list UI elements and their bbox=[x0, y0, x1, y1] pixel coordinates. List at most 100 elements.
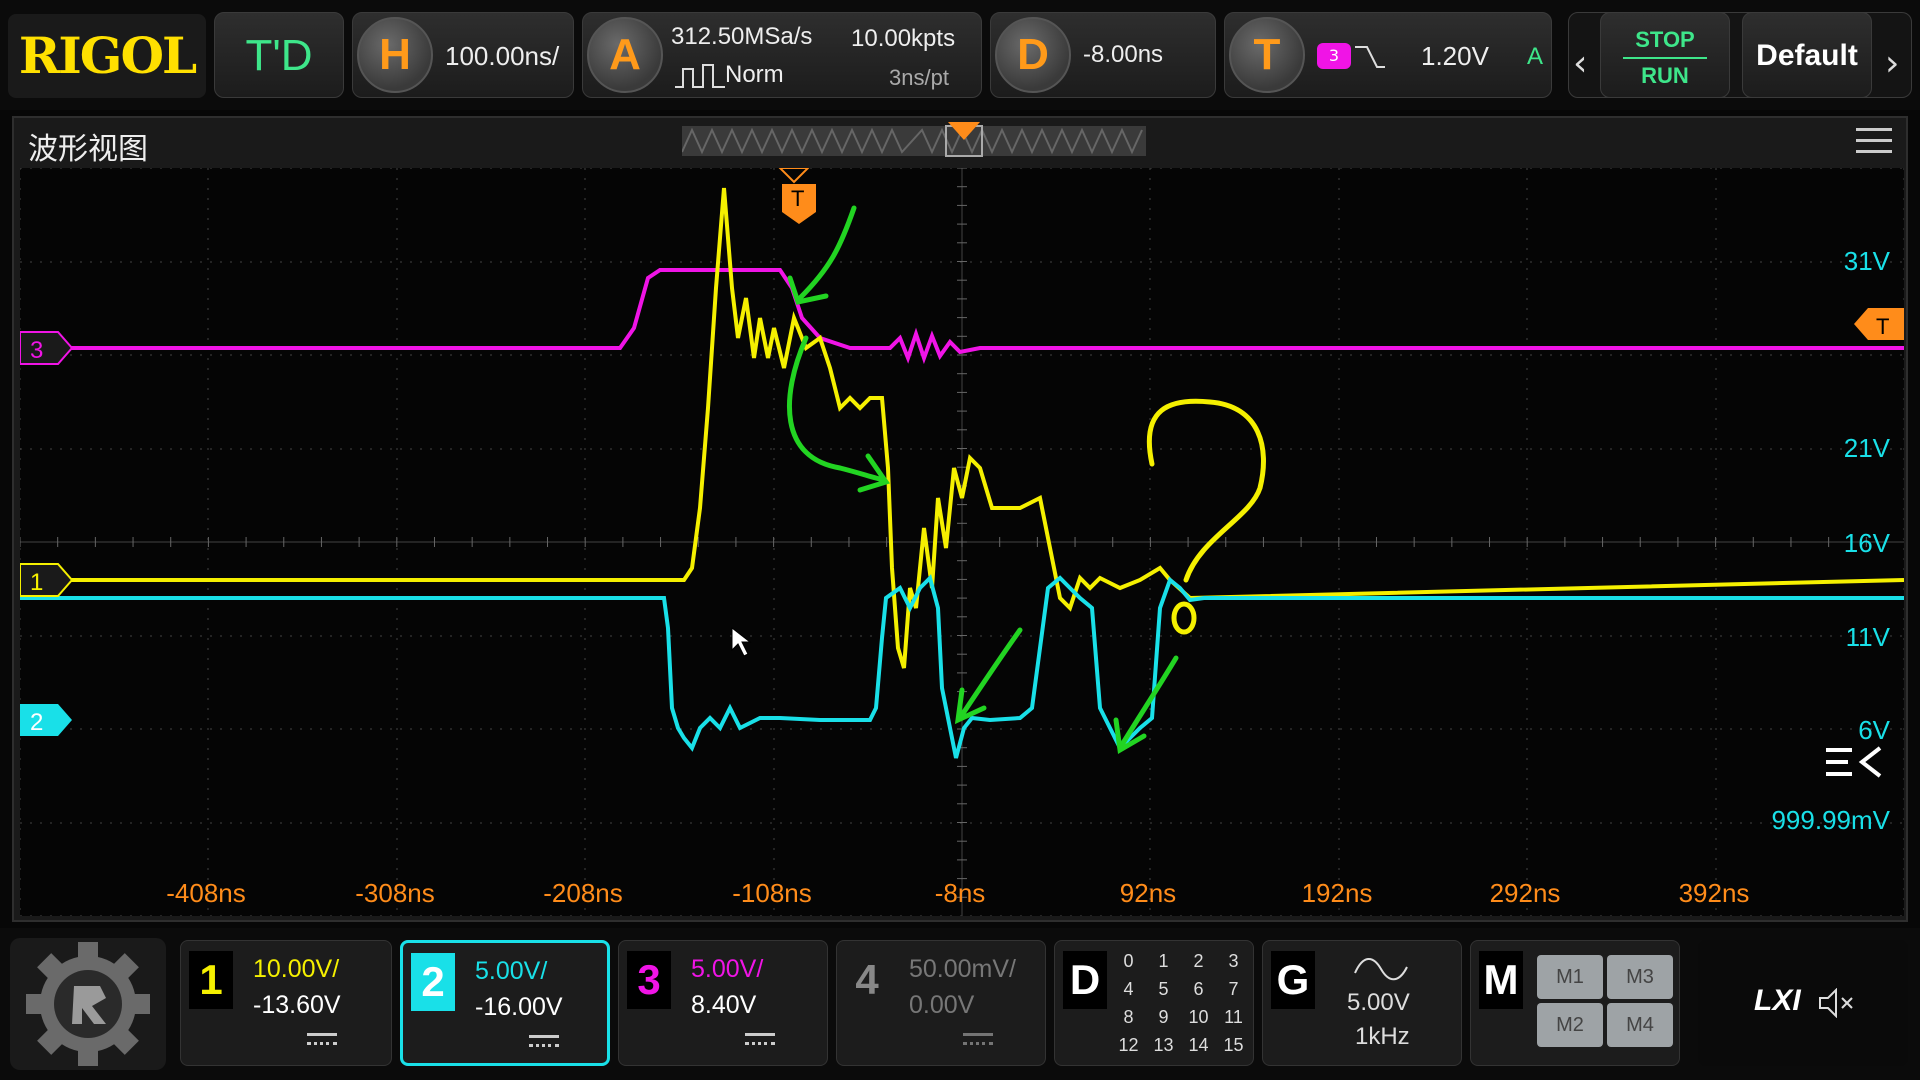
stop-run-button[interactable]: STOP RUN bbox=[1600, 12, 1730, 98]
math-label: M bbox=[1479, 951, 1523, 1009]
channel-2-offset: -16.00V bbox=[475, 993, 563, 1021]
digital-bit-label: 2 bbox=[1193, 951, 1204, 971]
oscilloscope-screen: RIGOL T'D H 100.00ns/ A 312.50MSa/s 10.0… bbox=[0, 0, 1920, 1080]
math-m4-button[interactable]: M4 bbox=[1607, 1003, 1673, 1047]
trigger-time-marker[interactable]: T bbox=[778, 168, 816, 224]
generator-amplitude: 5.00V bbox=[1347, 989, 1410, 1016]
time-axis-label: 392ns bbox=[1679, 878, 1750, 908]
ch1-marker[interactable]: 1 bbox=[20, 563, 74, 597]
channel-3-scale: 5.00V/ bbox=[691, 955, 764, 983]
generator-frequency: 1kHz bbox=[1355, 1023, 1410, 1050]
time-domain-button[interactable]: T'D bbox=[214, 12, 344, 98]
volt-axis-label: 999.99mV bbox=[1771, 805, 1890, 835]
trigger-panel[interactable]: T 3 1.20V A bbox=[1224, 12, 1552, 98]
bottom-toolbar: 1 10.00V/ -13.60V 2 5.00V/ -16.00V 3 5.0… bbox=[0, 928, 1920, 1080]
generator-box[interactable]: G 5.00V 1kHz bbox=[1262, 940, 1462, 1066]
menu-icon[interactable] bbox=[1856, 128, 1892, 154]
channel-3-offset: 8.40V bbox=[691, 991, 757, 1019]
timebase-value: 100.00ns/ bbox=[445, 41, 560, 71]
digital-bit-label: 8 bbox=[1123, 1007, 1134, 1027]
lxi-status-box: LXI bbox=[1698, 940, 1908, 1066]
waveform-plot[interactable]: 3 1 2 T T -408ns -308ns -208ns -108ns -8… bbox=[20, 168, 1904, 916]
default-button[interactable]: Default bbox=[1742, 12, 1872, 98]
trigger-mode: A bbox=[1527, 43, 1544, 70]
trigger-level-marker[interactable]: T bbox=[1854, 308, 1904, 340]
time-per-point: 3ns/pt bbox=[889, 65, 949, 90]
horizontal-panel[interactable]: H 100.00ns/ bbox=[352, 12, 574, 98]
channel-1-number: 1 bbox=[189, 951, 233, 1009]
ch3-marker[interactable]: 3 bbox=[20, 331, 74, 365]
digital-bit-label: 13 bbox=[1153, 1035, 1174, 1055]
digital-channels-box[interactable]: D 0 1 2 34 5 6 78 9 10 1112 13 14 15 bbox=[1054, 940, 1254, 1066]
time-axis-label: 92ns bbox=[1120, 878, 1176, 908]
time-axis-label: -208ns bbox=[543, 878, 623, 908]
channel-2-scale: 5.00V/ bbox=[475, 957, 548, 985]
digital-bit-label: 9 bbox=[1158, 1007, 1169, 1027]
volt-axis-label: 31V bbox=[1844, 246, 1891, 276]
memory-overview-bar[interactable] bbox=[682, 120, 1146, 160]
time-axis-label: -108ns bbox=[732, 878, 812, 908]
sine-wave-icon bbox=[1354, 958, 1408, 981]
svg-text:T: T bbox=[1876, 314, 1889, 339]
dc-coupling-icon bbox=[529, 1035, 559, 1049]
channel-4-scale: 50.00mV/ bbox=[909, 955, 1017, 983]
digital-bit-label: 4 bbox=[1123, 979, 1134, 999]
waveform-window: 波形视图 3 1 2 T T -408ns -308ns -208ns -108… bbox=[12, 116, 1908, 922]
volt-axis-label: 11V bbox=[1846, 622, 1891, 652]
ch2-marker[interactable]: 2 bbox=[20, 704, 72, 736]
channel-4-offset: 0.00V bbox=[909, 991, 975, 1019]
math-m3-button[interactable]: M3 bbox=[1607, 955, 1673, 999]
collapse-panel-icon[interactable] bbox=[1826, 746, 1882, 778]
channel-1-scale: 10.00V/ bbox=[253, 955, 340, 983]
horizontal-badge: H bbox=[357, 17, 433, 93]
lxi-label: LXI bbox=[1754, 984, 1801, 1017]
channel-3-box[interactable]: 3 5.00V/ 8.40V bbox=[618, 940, 828, 1066]
acquisition-panel[interactable]: A 312.50MSa/s 10.00kpts Norm 3ns/pt bbox=[582, 12, 982, 98]
time-axis-label: 192ns bbox=[1302, 878, 1373, 908]
chevron-right-icon[interactable]: › bbox=[1885, 43, 1899, 84]
math-m2-button[interactable]: M2 bbox=[1537, 1003, 1603, 1047]
channel-1-box[interactable]: 1 10.00V/ -13.60V bbox=[180, 940, 392, 1066]
dc-coupling-icon bbox=[307, 1033, 337, 1047]
digital-bit-label: 5 bbox=[1158, 979, 1169, 999]
math-m1-button[interactable]: M1 bbox=[1537, 955, 1603, 999]
svg-text:2: 2 bbox=[30, 709, 43, 736]
channel-1-offset: -13.60V bbox=[253, 991, 341, 1019]
delay-panel[interactable]: D -8.00ns bbox=[990, 12, 1216, 98]
gear-icon[interactable] bbox=[10, 938, 166, 1070]
trigger-level: 1.20V bbox=[1421, 41, 1489, 71]
math-box[interactable]: M M1 M3 M2 M4 bbox=[1470, 940, 1680, 1066]
time-axis-labels: -408ns -308ns -208ns -108ns -8ns 92ns 192ns 292… bbox=[166, 878, 1749, 908]
trigger-badge: T bbox=[1229, 17, 1305, 93]
trigger-source-badge: 3 bbox=[1317, 43, 1351, 69]
mouse-cursor-icon bbox=[731, 626, 752, 657]
sample-rate: 312.50MSa/s bbox=[671, 23, 813, 50]
svg-text:3: 3 bbox=[30, 337, 43, 364]
channel-2-box[interactable]: 2 5.00V/ -16.00V bbox=[400, 940, 610, 1066]
digital-label: D bbox=[1063, 951, 1107, 1009]
channel-4-box[interactable]: 4 50.00mV/ 0.00V bbox=[836, 940, 1046, 1066]
stop-run-divider bbox=[1623, 57, 1707, 59]
digital-bit-label: 12 bbox=[1118, 1035, 1139, 1055]
channel-4-number: 4 bbox=[845, 951, 889, 1009]
memory-depth: 10.00kpts bbox=[851, 25, 956, 52]
digital-bit-label: 14 bbox=[1188, 1035, 1209, 1055]
volt-axis-label: 6V bbox=[1858, 715, 1890, 745]
digital-bit-label: 15 bbox=[1223, 1035, 1244, 1055]
chevron-left-icon[interactable]: ‹ bbox=[1573, 43, 1587, 84]
acquire-mode: Norm bbox=[725, 61, 784, 88]
dc-coupling-icon bbox=[963, 1033, 993, 1047]
digital-bits-grid: 0 1 2 34 5 6 78 9 10 1112 13 14 15 bbox=[1111, 947, 1251, 1059]
delay-badge: D bbox=[995, 17, 1071, 93]
digital-bit-label: 0 bbox=[1123, 951, 1134, 971]
svg-text:T: T bbox=[791, 186, 804, 211]
volt-axis-label: 16V bbox=[1844, 528, 1891, 558]
speaker-muted-icon[interactable] bbox=[1816, 988, 1856, 1018]
channel-3-number: 3 bbox=[627, 951, 671, 1009]
rigol-logo[interactable]: RIGOL bbox=[8, 14, 206, 98]
stop-label: STOP bbox=[1635, 27, 1695, 52]
run-label: RUN bbox=[1641, 63, 1689, 88]
generator-label: G bbox=[1271, 951, 1315, 1009]
channel-2-number: 2 bbox=[411, 953, 455, 1011]
acquire-mode-icon bbox=[675, 64, 725, 88]
